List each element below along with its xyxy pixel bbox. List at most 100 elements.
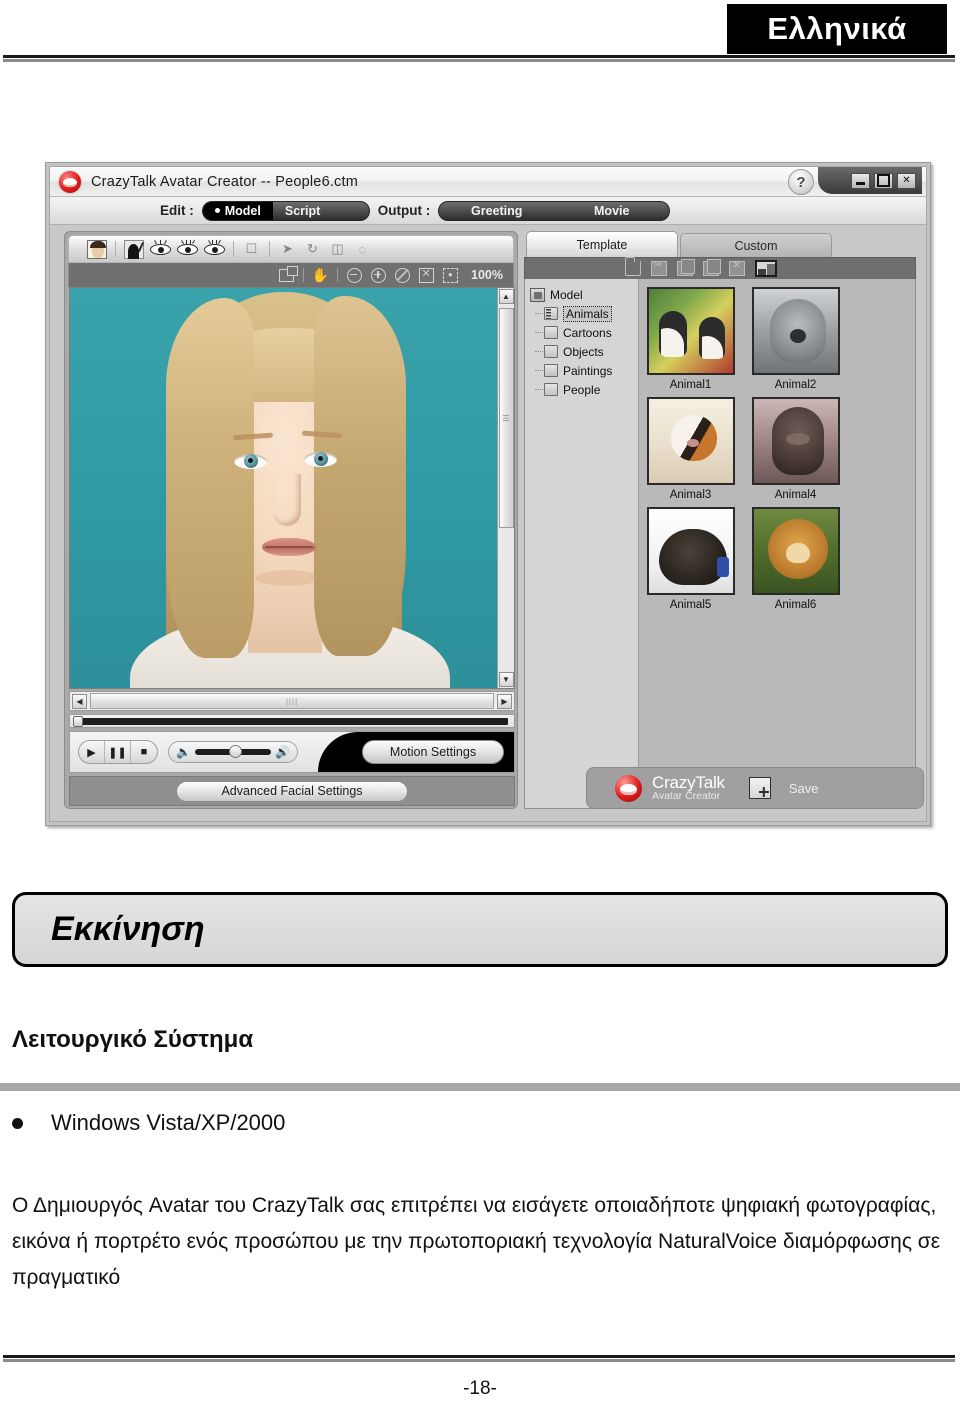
tab-movie[interactable]: Movie (554, 202, 669, 220)
crazytalk-lips-logo-icon (59, 170, 81, 193)
volume-track[interactable] (194, 745, 271, 758)
folder-icon (544, 364, 558, 377)
tab-script[interactable]: Script (273, 202, 332, 220)
save-document-icon[interactable] (748, 777, 771, 799)
view-mode-icon[interactable] (755, 260, 777, 277)
paste-icon[interactable] (703, 259, 721, 276)
timeline-slider[interactable] (69, 714, 515, 728)
scroll-down-icon[interactable]: ▼ (498, 672, 514, 687)
thumbnail-image[interactable] (751, 287, 840, 375)
silhouette-edit-icon[interactable] (124, 239, 144, 259)
avatar-canvas[interactable] (70, 288, 497, 688)
tree-item-objects[interactable]: Objects (530, 342, 638, 361)
tab-greeting[interactable]: Greeting (439, 202, 554, 220)
volume-control[interactable]: 🔈 🔊 (168, 741, 298, 763)
minimize-icon[interactable] (851, 172, 870, 189)
maximize-icon[interactable] (874, 172, 893, 189)
thumbnail-image[interactable] (751, 397, 840, 485)
advanced-facial-settings-button[interactable]: Advanced Facial Settings (176, 780, 408, 802)
library-body: Model Animals Cartoons Objects Paintings… (524, 279, 916, 809)
expand-icon[interactable] (279, 265, 299, 282)
fit-screen-icon[interactable] (419, 267, 435, 283)
volume-high-icon: 🔊 (274, 745, 290, 759)
frame-icon[interactable]: ☐ (242, 240, 261, 259)
page-number: -18- (463, 1378, 497, 1399)
eye-detail-icon[interactable] (204, 239, 225, 256)
pause-button[interactable]: ❚❚ (105, 741, 131, 763)
playback-controls: ▶ ❚❚ ■ (78, 740, 158, 764)
open-folder-icon[interactable] (624, 257, 641, 276)
thumbnail-caption: Animal1 (669, 379, 712, 391)
thumbnail-item[interactable]: Animal4 (750, 397, 841, 501)
thumbnail-item[interactable]: Animal5 (645, 507, 736, 611)
work-area: ☐ ➤ ↻ ◫ ◌ ✋ ✕ • 100% ▲ ☰ ▼ ◀ |||| ▶ ▶ ❚❚… (50, 225, 926, 821)
close-icon[interactable]: ✕ (897, 172, 916, 189)
editor-toolbar: ☐ ➤ ↻ ◫ ◌ (68, 235, 514, 263)
bullet-list-item: Windows Vista/XP/2000 (12, 1110, 912, 1136)
cut-icon[interactable] (651, 260, 667, 276)
thumbnail-image[interactable] (646, 507, 735, 595)
tree-root-model[interactable]: Model (530, 285, 638, 304)
volume-thumb[interactable] (228, 745, 242, 758)
copy-icon[interactable] (677, 259, 695, 276)
save-button[interactable]: Save (789, 781, 819, 796)
zoom-in-icon[interactable] (371, 267, 387, 283)
scroll-left-icon[interactable]: ◀ (72, 693, 87, 709)
tab-model[interactable]: Model (202, 201, 273, 220)
face-thumbnail-icon[interactable] (87, 239, 107, 259)
tree-item-animals[interactable]: Animals (530, 304, 638, 323)
motion-settings-button[interactable]: Motion Settings (362, 740, 504, 764)
thumbnail-image[interactable] (646, 397, 735, 485)
canvas-horizontal-scrollbar[interactable]: ◀ |||| ▶ (69, 691, 515, 711)
language-badge: Ελληνικά (727, 4, 947, 54)
window-controls: ✕ (818, 167, 922, 194)
rotate-icon[interactable]: ↻ (303, 240, 322, 259)
thumbnail-item[interactable]: Animal6 (750, 507, 841, 611)
section-title-box: Εκκίνηση (12, 892, 948, 967)
stop-button[interactable]: ■ (131, 741, 157, 763)
timeline-thumb[interactable] (73, 716, 83, 727)
advanced-settings-bar: Advanced Facial Settings (69, 776, 515, 806)
volume-low-icon: 🔈 (176, 745, 191, 759)
sub-heading: Λειτουργικό Σύστημα (12, 1026, 254, 1053)
vertical-scroll-thumb[interactable]: ☰ (498, 308, 514, 528)
thumbnail-image[interactable] (751, 507, 840, 595)
center-icon[interactable] (443, 267, 459, 283)
horizontal-scroll-thumb[interactable]: |||| (90, 693, 494, 709)
tree-item-label: Objects (563, 344, 604, 359)
scroll-up-icon[interactable]: ▲ (498, 289, 514, 304)
help-button[interactable]: ? (788, 169, 814, 195)
eye-lashes-icon[interactable] (177, 239, 198, 256)
tree-item-cartoons[interactable]: Cartoons (530, 323, 638, 342)
play-button[interactable]: ▶ (79, 741, 105, 763)
folder-icon (544, 326, 558, 339)
thumbnail-item[interactable]: Animal1 (645, 287, 736, 391)
hand-pan-icon[interactable]: ✋ (312, 267, 329, 283)
thumbnail-item[interactable]: Animal2 (750, 287, 841, 391)
thumbnail-caption: Animal4 (774, 489, 817, 501)
delete-icon[interactable] (729, 260, 745, 276)
no-zoom-icon[interactable] (395, 267, 411, 283)
page-root: Ελληνικά CrazyTalk Avatar Creator -- Peo… (0, 0, 960, 1416)
thumbnail-caption: Animal3 (669, 489, 712, 501)
edit-tab-group: Model Script (201, 200, 370, 221)
tab-template[interactable]: Template (526, 231, 678, 257)
eye-icon[interactable] (150, 239, 171, 256)
brand-subtitle: Avatar Creator (652, 790, 721, 803)
pointer-icon[interactable]: ➤ (278, 240, 297, 259)
zoom-out-icon[interactable] (347, 267, 363, 283)
canvas-vertical-scrollbar[interactable]: ▲ ☰ ▼ (497, 288, 514, 688)
scroll-right-icon[interactable]: ▶ (497, 693, 512, 709)
tab-custom[interactable]: Custom (680, 233, 832, 257)
window-titlebar: CrazyTalk Avatar Creator -- People6.ctm … (50, 167, 926, 197)
tree-item-paintings[interactable]: Paintings (530, 361, 638, 380)
thumbnail-item[interactable]: Animal3 (645, 397, 736, 501)
header-divider (3, 55, 955, 62)
tree-item-people[interactable]: People (530, 380, 638, 399)
thumbnail-caption: Animal2 (774, 379, 817, 391)
section-title: Εκκίνηση (51, 910, 205, 948)
page-icon[interactable]: ◫ (328, 240, 347, 259)
footer-divider (3, 1355, 955, 1362)
mouth-icon[interactable]: ◌ (353, 240, 372, 259)
thumbnail-image[interactable] (646, 287, 735, 375)
